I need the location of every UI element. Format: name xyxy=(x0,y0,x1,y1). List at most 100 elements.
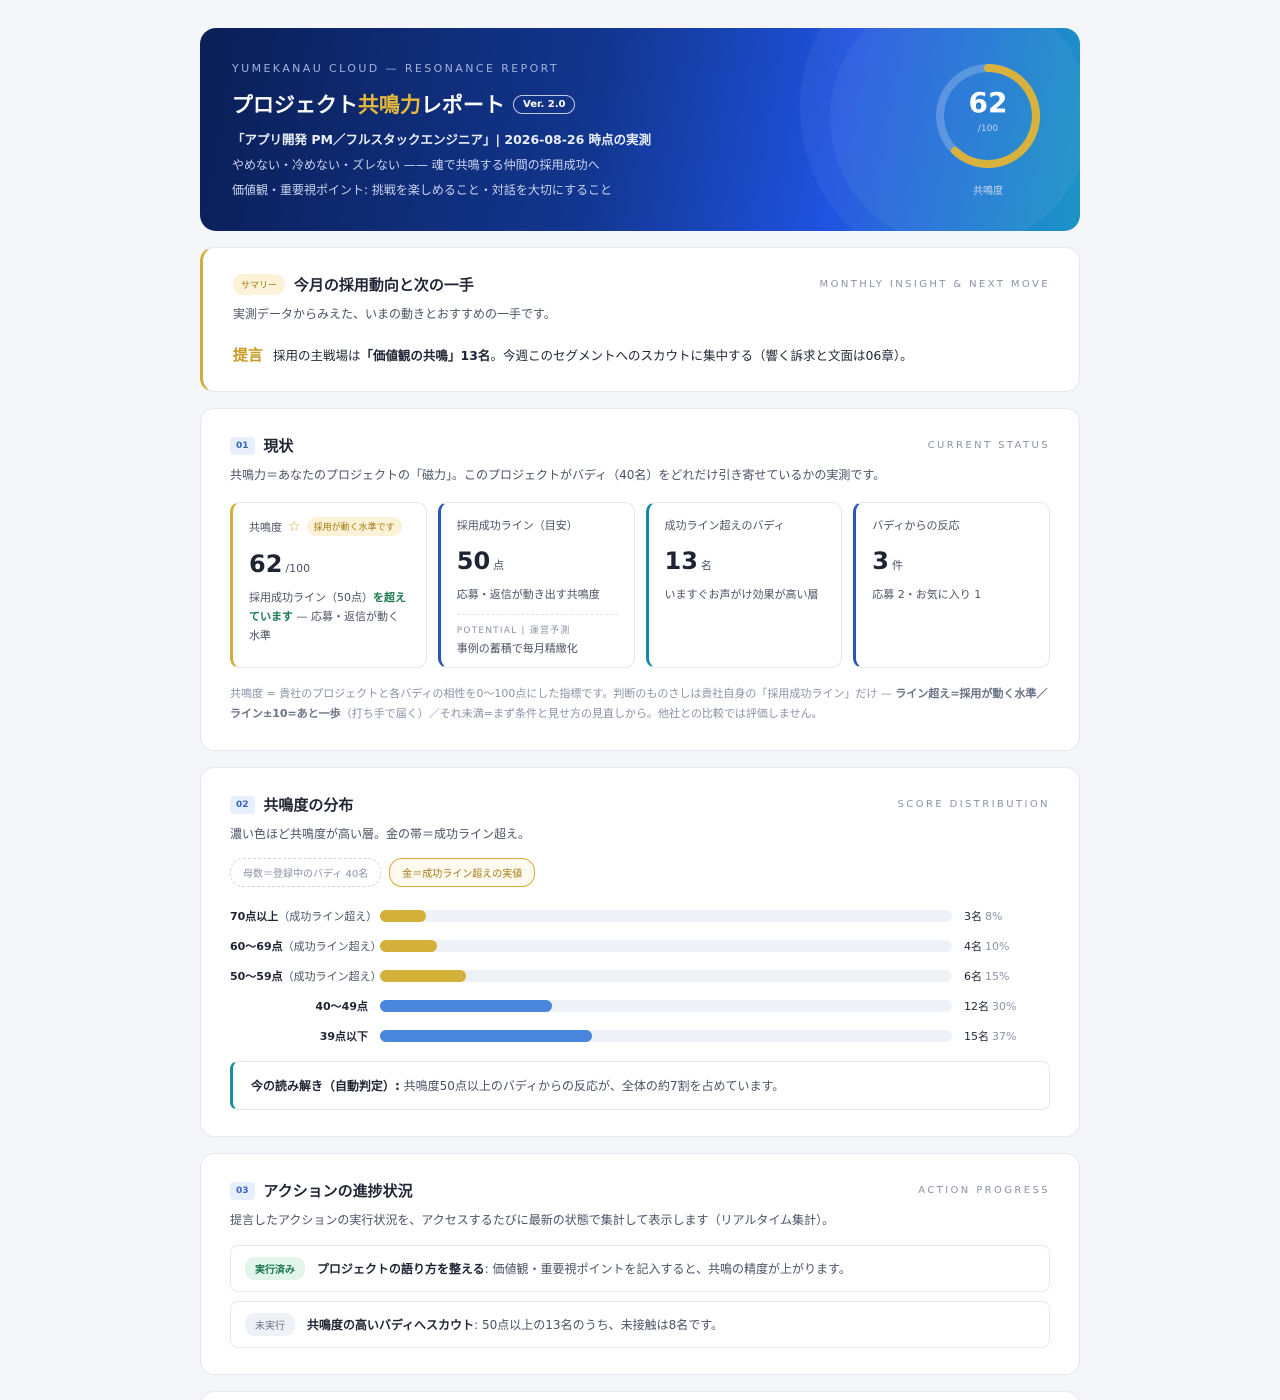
recommendation-bold: 「価値観の共鳴」13名 xyxy=(360,348,491,363)
status-footnote: 共鳴度 = 貴社のプロジェクトと各バディの相性を0〜100点にした指標です。判断… xyxy=(230,684,1050,724)
star-icon: ☆ xyxy=(288,518,301,535)
summary-card: サマリー 今月の採用動向と次の一手 MONTHLY INSIGHT & NEXT… xyxy=(200,247,1080,392)
legend-gold-chip: 金＝成功ライン超えの実値 xyxy=(389,858,536,887)
bar-track xyxy=(380,1030,952,1042)
bar-value: 3名 8% xyxy=(964,908,1002,924)
tile-note: 採用成功ライン（50点）を超えています — 応募・返信が動く水準 xyxy=(249,588,410,645)
tile-unit: 点 xyxy=(493,559,505,572)
action-list: 実行済み プロジェクトの語り方を整える: 価値観・重要視ポイントを記入すると、共… xyxy=(230,1245,1050,1348)
actions-desc: 提言したアクションの実行状況を、アクセスするたびに最新の状態で集計して表示します… xyxy=(230,1213,835,1227)
status-title: 現状 xyxy=(263,437,294,455)
bar-count: 6名 xyxy=(964,970,982,983)
tile-value: 62 xyxy=(249,550,283,578)
tile-value: 3 xyxy=(872,547,889,575)
bar-range: 39点以下 xyxy=(319,1030,368,1043)
bar-value: 15名 37% xyxy=(964,1028,1016,1044)
tile-label: 成功ライン超えのバディ xyxy=(664,519,785,532)
distribution-row: 70点以上（成功ライン超え） 3名 8% xyxy=(230,901,1050,931)
tile-note-pre: 採用成功ライン（50点） xyxy=(249,591,373,604)
bar-fill xyxy=(380,940,438,952)
gauge-max: /100 xyxy=(977,124,999,134)
next-card xyxy=(200,1391,1080,1400)
tile-label: 採用成功ライン（目安） xyxy=(456,519,578,532)
gauge-score: 62 xyxy=(968,86,1008,119)
tile-note: 応募・返信が動き出す共鳴度 xyxy=(456,588,600,601)
bar-fill xyxy=(380,1030,592,1042)
distribution-en-label: SCORE DISTRIBUTION xyxy=(897,799,1050,810)
summary-title: 今月の採用動向と次の一手 xyxy=(294,276,475,294)
action-item[interactable]: 実行済み プロジェクトの語り方を整える: 価値観・重要視ポイントを記入すると、共… xyxy=(230,1245,1050,1292)
section-number: 01 xyxy=(230,436,255,455)
distribution-card: 02 共鳴度の分布 SCORE DISTRIBUTION 濃い色ほど共鳴度が高い… xyxy=(200,767,1080,1137)
bar-percent: 30% xyxy=(992,1000,1017,1013)
action-text: : 50点以上の13名のうち、未接触は8名です。 xyxy=(474,1318,724,1332)
hero-subtitle: 「アプリ開発 PM／フルスタックエンジニア」| 2026-08-26 時点の実測 xyxy=(232,132,652,147)
tile-note: いますぐお声がけ効果が高い層 xyxy=(664,588,819,601)
title-accent: 共鳴力 xyxy=(358,93,421,117)
population-chip: 母数＝登録中のバディ 40名 xyxy=(230,858,382,887)
distribution-row: 50〜59点（成功ライン超え） 6名 15% xyxy=(230,961,1050,991)
tile-unit: /100 xyxy=(285,562,311,575)
distribution-bars: 70点以上（成功ライン超え） 3名 8% 60〜69点（成功ライン超え） 4名 10% 50… xyxy=(230,901,1050,1051)
status-desc: 共鳴力＝あなたのプロジェクトの「磁力」。このプロジェクトがバディ（40名）をどれ… xyxy=(230,468,886,482)
actions-en-label: ACTION PROGRESS xyxy=(918,1185,1050,1196)
bar-label: 60〜69点（成功ライン超え） xyxy=(230,938,382,954)
tile-above-line: 成功ライン超えのバディ 13 名 いますぐお声がけ効果が高い層 xyxy=(645,502,843,668)
summary-desc: 実測データからみえた、いまの動きとおすすめの一手です。 xyxy=(233,307,556,321)
title-pre: プロジェクト xyxy=(232,93,358,117)
auto-insight: 今の読み解き（自動判定）: 共鳴度50点以上のバディからの反応が、全体の約7割を… xyxy=(230,1061,1050,1110)
bar-suffix: （成功ライン超え） xyxy=(282,940,382,953)
actions-title: アクションの進捗状況 xyxy=(263,1182,413,1200)
tile-score: 共鳴度 ☆ 採用が動く水準です 62/100 採用成功ライン（50点）を超えてい… xyxy=(230,502,427,668)
hero-values: 価値観・重要視ポイント: 挑戦を楽しめること・対話を大切にすること xyxy=(232,183,612,197)
bar-percent: 37% xyxy=(992,1030,1017,1043)
bar-fill xyxy=(380,910,426,922)
action-text: : 価値観・重要視ポイントを記入すると、共鳴の精度が上がります。 xyxy=(484,1262,851,1276)
bar-fill xyxy=(380,1000,552,1012)
tile-label: バディからの反応 xyxy=(872,519,960,532)
recommendation-label: 提言 xyxy=(233,346,264,364)
bar-label: 39点以下 xyxy=(230,1028,380,1044)
tile-note: 応募 2・お気に入り 1 xyxy=(872,588,982,601)
tile-reactions: バディからの反応 3件 応募 2・お気に入り 1 xyxy=(853,502,1050,668)
section-number: 03 xyxy=(230,1181,255,1200)
page-title: プロジェクト共鳴力レポート Ver. 2.0 xyxy=(232,89,651,119)
status-badge: 未実行 xyxy=(245,1313,295,1336)
distribution-row: 60〜69点（成功ライン超え） 4名 10% xyxy=(230,931,1050,961)
action-title: 共鳴度の高いバディへスカウト xyxy=(307,1318,475,1332)
tile-value: 50 xyxy=(456,547,491,575)
action-item[interactable]: 未実行 共鳴度の高いバディへスカウト: 50点以上の13名のうち、未接触は8名で… xyxy=(230,1301,1050,1348)
bar-track xyxy=(380,1000,952,1012)
tile-value: 13 xyxy=(664,547,698,575)
status-tiles: 共鳴度 ☆ 採用が動く水準です 62/100 採用成功ライン（50点）を超えてい… xyxy=(230,502,1050,668)
bar-count: 3名 xyxy=(964,910,982,923)
tile-label: 共鳴度 xyxy=(249,520,282,534)
action-title: プロジェクトの語り方を整える xyxy=(317,1262,485,1276)
bar-count: 15名 xyxy=(964,1030,989,1043)
tile-unit: 名 xyxy=(700,559,712,572)
hero-banner: YUMEKANAU CLOUD — RESONANCE REPORT プロジェク… xyxy=(200,28,1080,231)
bar-value: 4名 10% xyxy=(964,938,1009,954)
bar-range: 50〜59点 xyxy=(230,970,283,983)
bar-fill xyxy=(380,970,466,982)
status-en-label: CURRENT STATUS xyxy=(927,440,1050,451)
bar-count: 4名 xyxy=(964,940,982,953)
tile-unit: 件 xyxy=(891,559,903,572)
bar-label: 40〜49点 xyxy=(230,998,380,1014)
hero-eyebrow: YUMEKANAU CLOUD — RESONANCE REPORT xyxy=(232,62,560,75)
insight-text: 共鳴度50点以上のバディからの反応が、全体の約7割を占めています。 xyxy=(399,1079,785,1093)
distribution-row: 40〜49点 12名 30% xyxy=(230,991,1050,1021)
recommendation-pre: 採用の主戦場は xyxy=(273,348,361,363)
bar-range: 60〜69点 xyxy=(230,940,283,953)
bar-track xyxy=(380,940,952,952)
bar-count: 12名 xyxy=(964,1000,989,1013)
bar-range: 40〜49点 xyxy=(315,1000,368,1013)
bar-suffix: （成功ライン超え） xyxy=(282,970,382,983)
distribution-desc: 濃い色ほど共鳴度が高い層。金の帯＝成功ライン超え。 xyxy=(230,827,531,841)
actions-card: 03 アクションの進捗状況 ACTION PROGRESS 提言したアクションの… xyxy=(200,1153,1080,1375)
insight-label: 今の読み解き（自動判定）: xyxy=(251,1079,400,1093)
section-number: 02 xyxy=(230,795,255,814)
tile-potential-note: 事例の蓄積で毎月精緻化 xyxy=(456,642,578,655)
bar-track xyxy=(380,970,952,982)
summary-en-label: MONTHLY INSIGHT & NEXT MOVE xyxy=(819,279,1050,290)
